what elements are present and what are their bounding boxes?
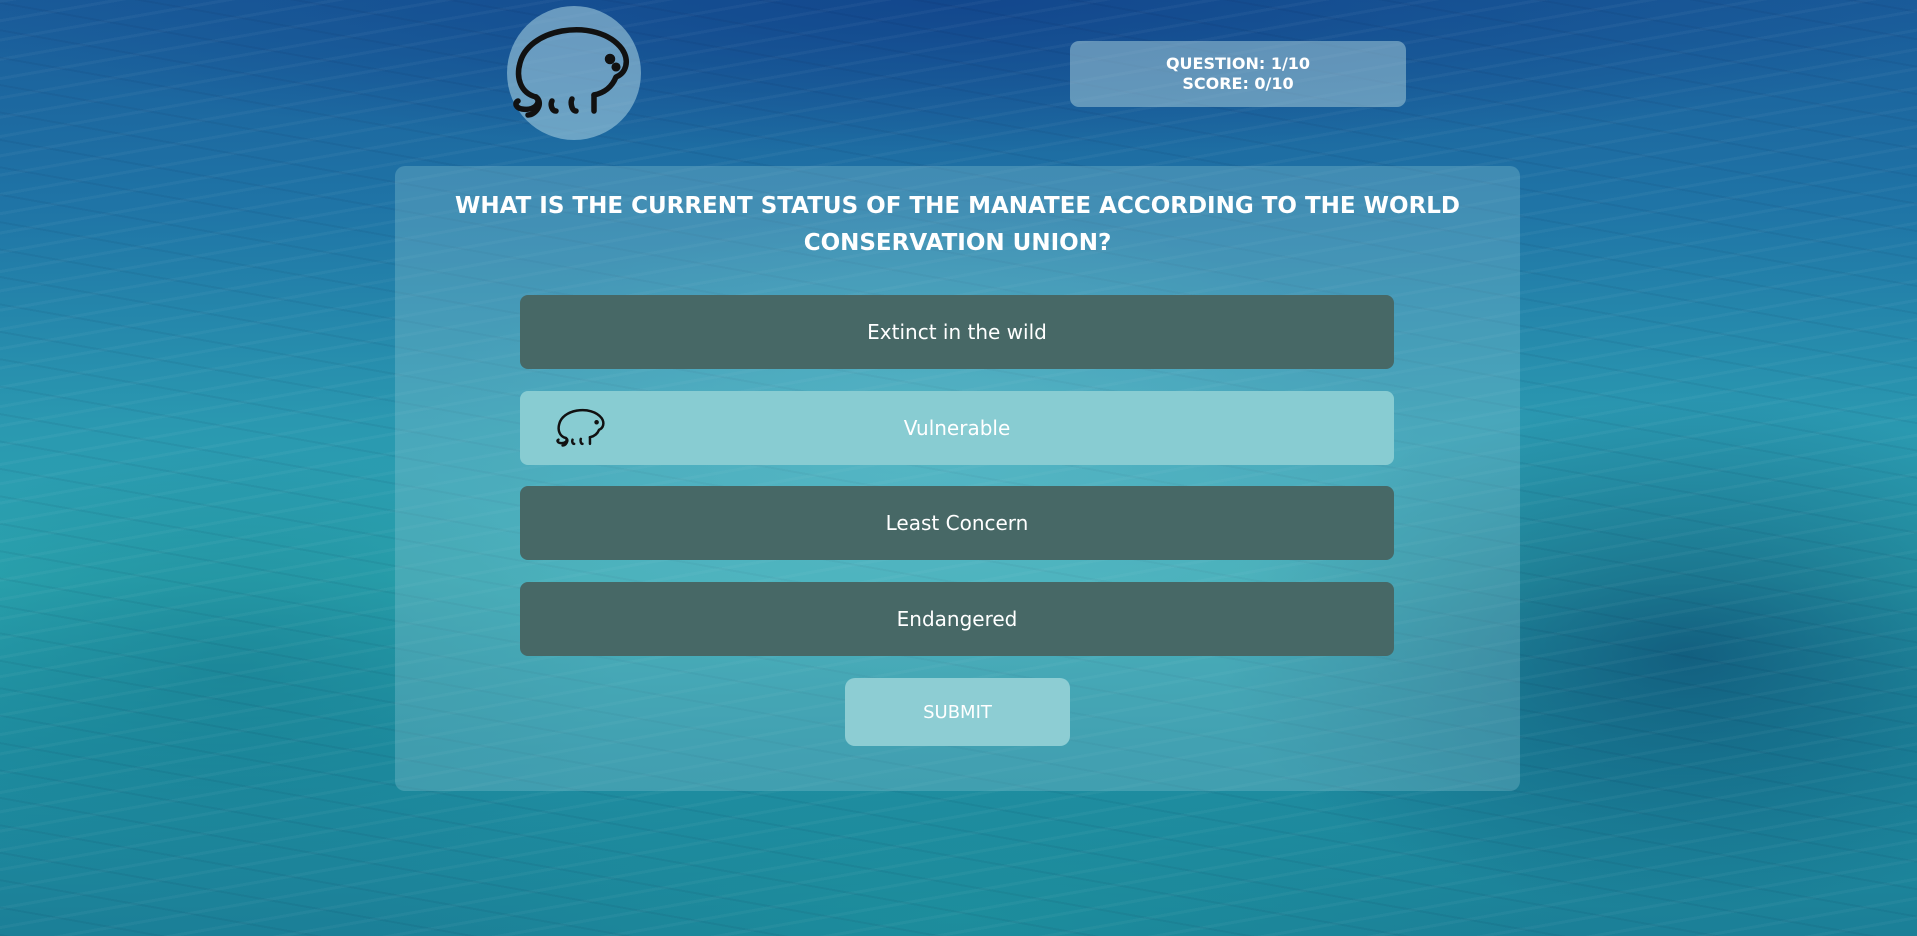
answer-option-3[interactable]: Least Concern: [520, 486, 1394, 560]
answer-option-1[interactable]: Extinct in the wild: [520, 295, 1394, 369]
manatee-icon: [513, 27, 629, 118]
question-counter: QUESTION: 1/10: [1165, 54, 1311, 73]
question-text: WHAT IS THE CURRENT STATUS OF THE MANATE…: [454, 193, 1461, 256]
answer-option-4[interactable]: Endangered: [520, 582, 1394, 656]
manatee-icon: [556, 408, 605, 447]
answer-label: Extinct in the wild: [867, 320, 1047, 344]
quiz-panel: WHAT IS THE CURRENT STATUS OF THE MANATE…: [395, 166, 1520, 791]
logo: [507, 6, 641, 140]
submit-button[interactable]: SUBMIT: [845, 678, 1070, 746]
answer-option-2[interactable]: Vulnerable: [520, 391, 1394, 465]
answer-label: Least Concern: [885, 511, 1029, 535]
answer-label: Endangered: [896, 607, 1018, 631]
status-box: QUESTION: 1/10 SCORE: 0/10: [1070, 41, 1406, 107]
answer-label: Vulnerable: [903, 416, 1011, 440]
submit-label: SUBMIT: [923, 701, 992, 723]
score-counter: SCORE: 0/10: [1182, 74, 1294, 93]
